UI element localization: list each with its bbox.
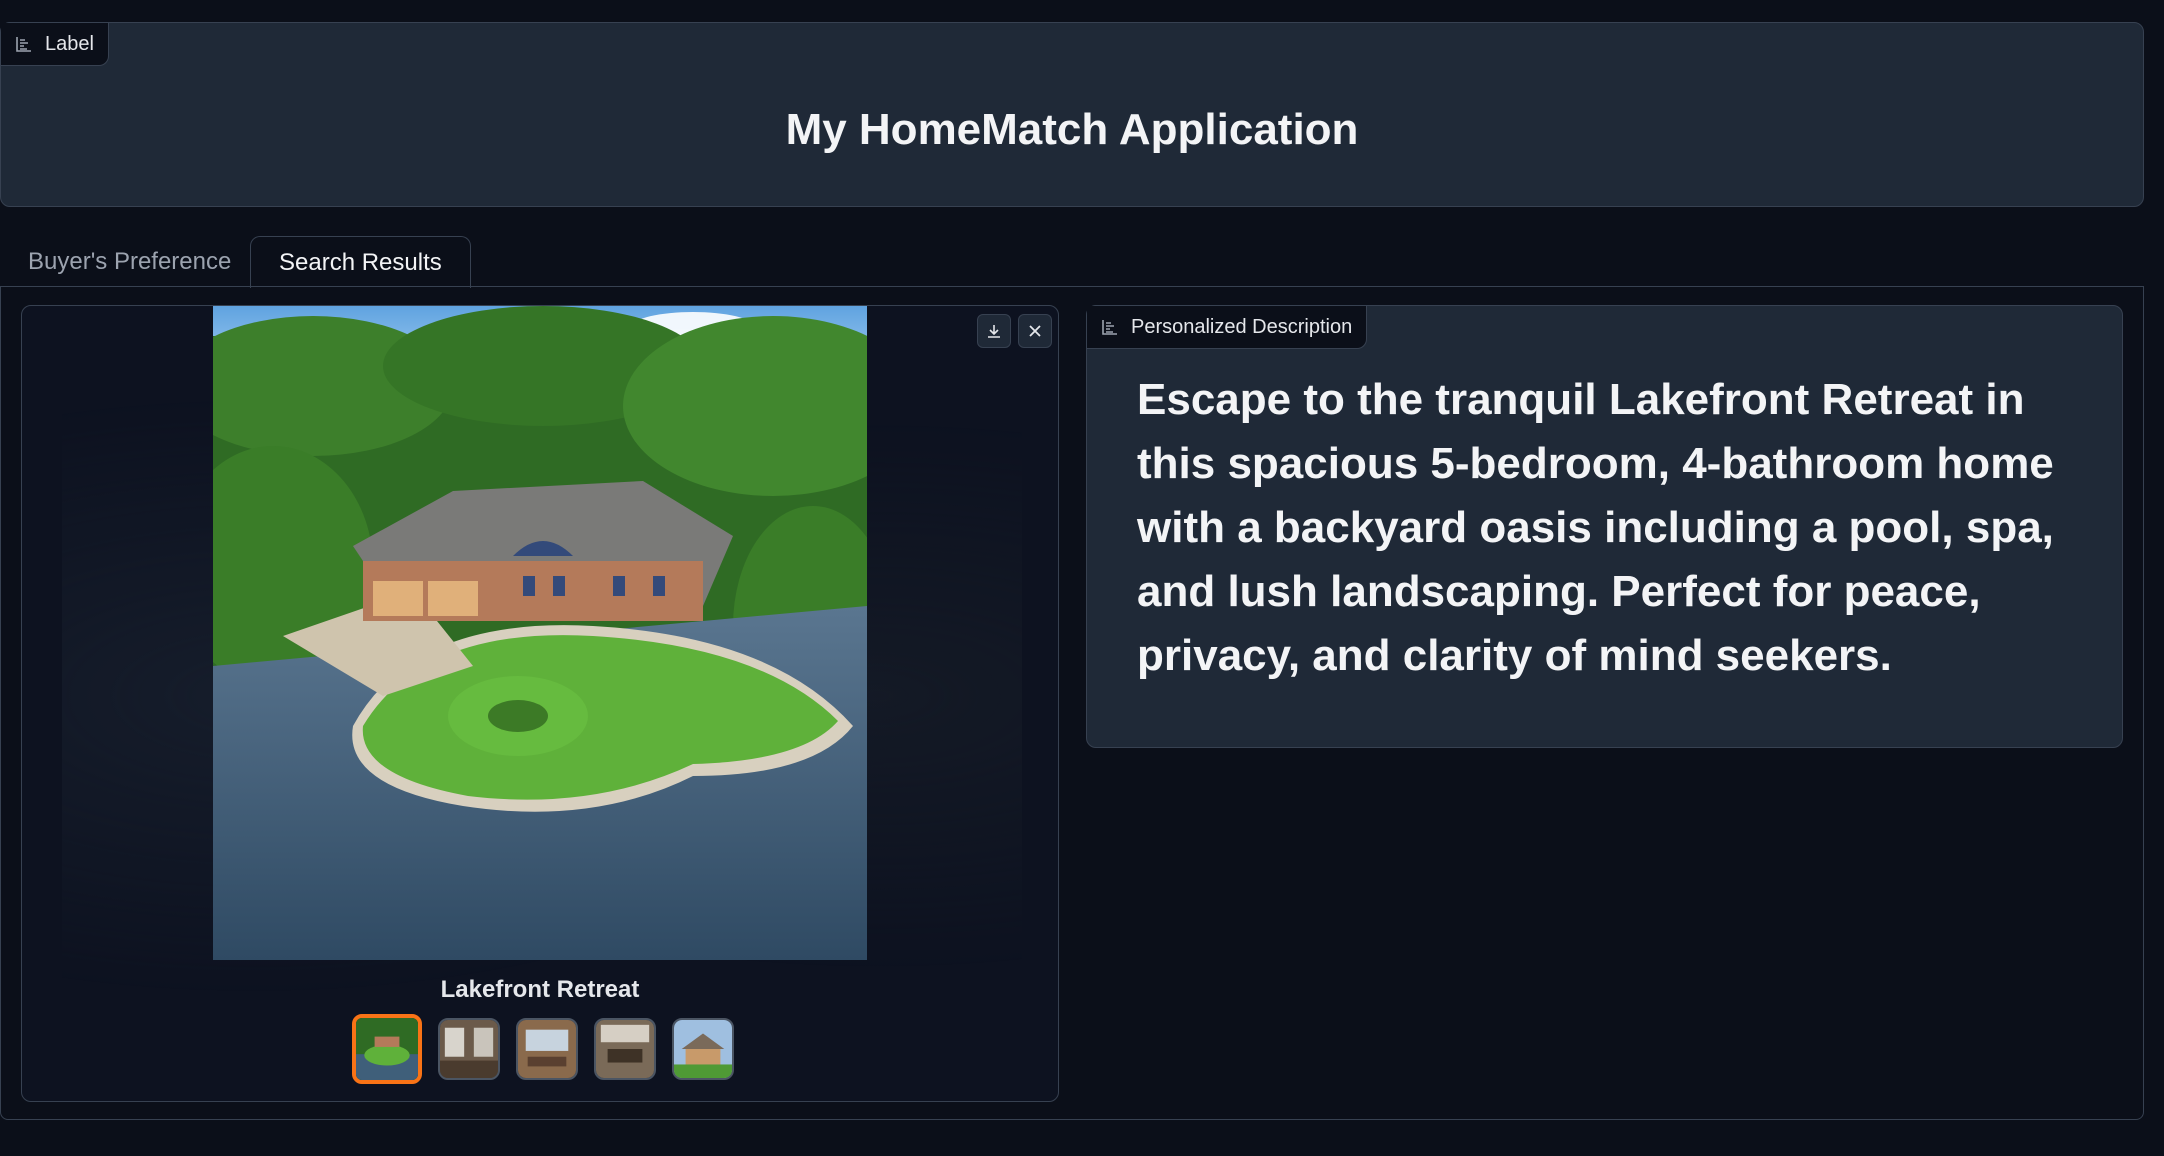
close-button[interactable]	[1018, 314, 1052, 348]
label-tag: Label	[1, 23, 109, 66]
download-button[interactable]	[977, 314, 1011, 348]
label-tag-text: Label	[45, 32, 94, 55]
thumbnail-strip	[352, 1014, 734, 1084]
tab-bar: Buyer's Preference Search Results	[0, 236, 2144, 288]
download-icon	[988, 325, 1000, 338]
thumbnail-4[interactable]	[594, 1018, 656, 1080]
thumbnail-image	[674, 1020, 732, 1078]
thumbnail-image	[440, 1020, 498, 1078]
description-text: Escape to the tranquil Lakefront Retreat…	[1137, 375, 2054, 680]
description-tag-text: Personalized Description	[1131, 315, 1353, 338]
thumbnail-5[interactable]	[672, 1018, 734, 1080]
thumbnail-image	[356, 1018, 418, 1080]
description-tag: Personalized Description	[1087, 306, 1368, 349]
personalized-description-panel: Personalized Description Escape to the t…	[1086, 305, 2123, 748]
image-caption: Lakefront Retreat	[440, 976, 640, 1003]
main-property-image[interactable]	[213, 306, 867, 960]
app-title: My HomeMatch Application	[785, 105, 1359, 154]
thumbnail-image	[596, 1020, 654, 1078]
thumbnail-2[interactable]	[438, 1018, 500, 1080]
close-icon	[1029, 325, 1041, 337]
label-icon	[16, 37, 31, 52]
header-label-block: Label My HomeMatch Application	[0, 22, 2144, 207]
thumbnail-3[interactable]	[516, 1018, 578, 1080]
tab-buyers-preference[interactable]: Buyer's Preference	[0, 236, 259, 288]
image-gallery: Lakefront Retreat	[21, 305, 1059, 1102]
thumbnail-1[interactable]	[352, 1014, 422, 1084]
tab-search-results[interactable]: Search Results	[250, 236, 471, 288]
label-icon	[1102, 320, 1117, 335]
thumbnail-image	[518, 1020, 576, 1078]
